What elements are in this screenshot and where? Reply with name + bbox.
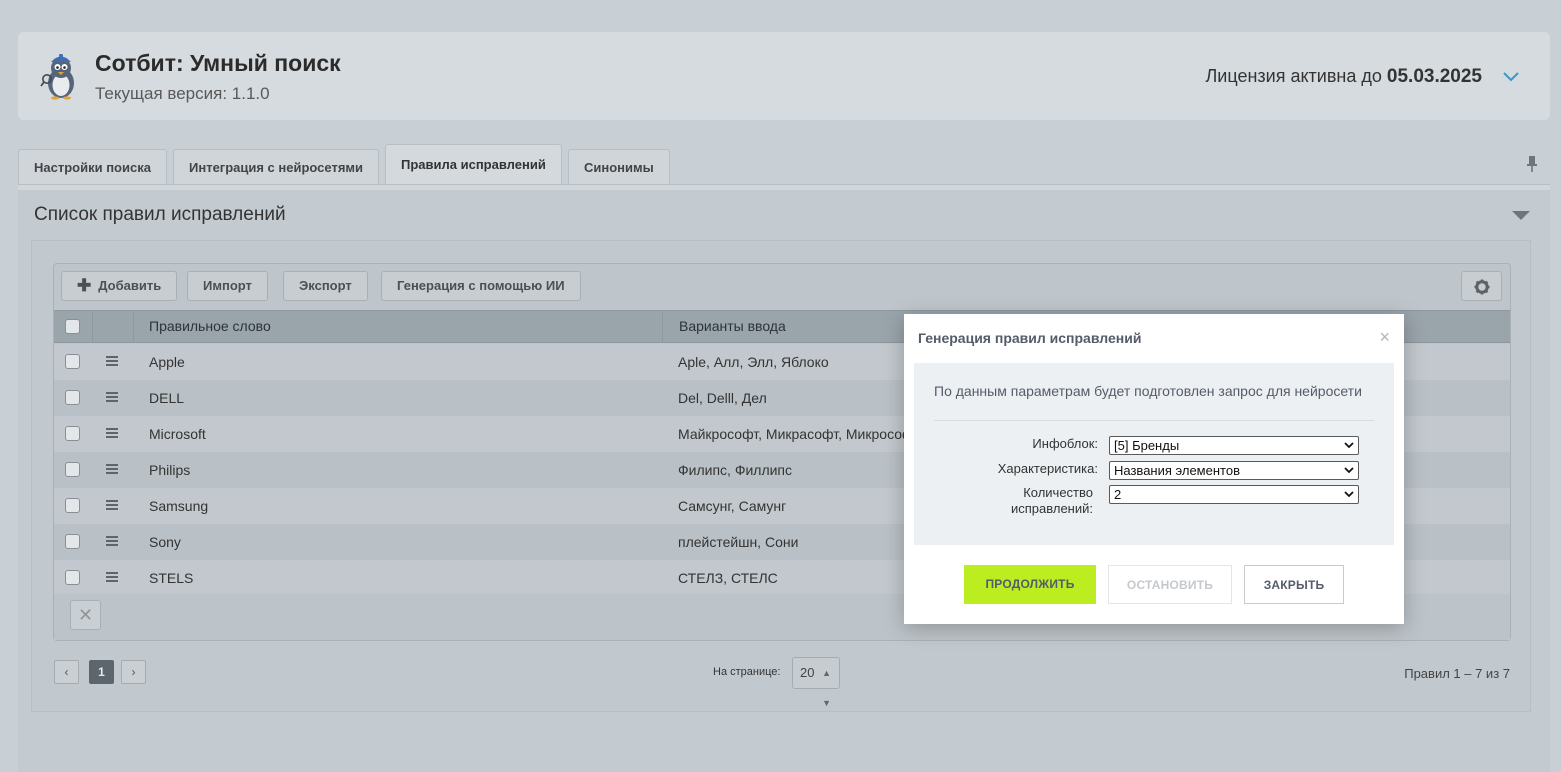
tab-ai-integration[interactable]: Интеграция с нейросетями xyxy=(173,149,380,185)
divider xyxy=(934,420,1374,421)
penguin-logo-icon xyxy=(40,54,74,100)
ai-generate-button[interactable]: Генерация с помощью ИИ xyxy=(381,271,581,301)
module-header: Сотбит: Умный поиск Текущая версия: 1.1.… xyxy=(18,32,1550,120)
stop-button[interactable]: ОСТАНОВИТЬ xyxy=(1108,565,1232,604)
column-divider xyxy=(92,311,93,342)
property-select[interactable]: Названия элементов xyxy=(1109,461,1359,480)
app-version: Текущая версия: 1.1.0 xyxy=(95,84,270,103)
drag-handle-icon[interactable] xyxy=(106,464,118,475)
row-variants: Майкрософт, Микрасофт, Микрософт xyxy=(678,426,920,442)
dialog-description: По данным параметрам будет подготовлен з… xyxy=(934,383,1362,399)
plus-icon: ✚ xyxy=(77,276,92,295)
per-page-label: На странице: xyxy=(713,666,781,678)
drag-handle-icon[interactable] xyxy=(106,536,118,547)
row-checkbox[interactable] xyxy=(65,534,80,549)
row-word: Sony xyxy=(149,534,181,550)
row-word: Samsung xyxy=(149,498,209,514)
dialog-title: Генерация правил исправлений xyxy=(918,330,1142,346)
drag-handle-icon[interactable] xyxy=(106,392,118,403)
row-checkbox[interactable] xyxy=(65,498,80,513)
row-variants: Aple, Алл, Элл, Яблоко xyxy=(678,354,829,370)
iblock-label: Инфоблок: xyxy=(1032,436,1098,451)
grid-settings-button[interactable] xyxy=(1461,271,1502,301)
row-variants: плейстейшн, Сони xyxy=(678,534,799,550)
panel-title: Список правил исправлений xyxy=(34,204,286,225)
grid-toolbar: ✚ Добавить Импорт Экспорт Генерация с пом… xyxy=(54,264,1510,310)
row-checkbox[interactable] xyxy=(65,390,80,405)
stepper-arrows-icon: ▲ ▼ xyxy=(822,668,831,708)
tab-correction-rules[interactable]: Правила исправлений xyxy=(385,144,562,185)
row-word: Microsoft xyxy=(149,426,206,442)
app-title: Сотбит: Умный поиск xyxy=(95,50,341,76)
row-variants: Самсунг, Самунг xyxy=(678,498,787,514)
license-date: 05.03.2025 xyxy=(1386,66,1482,87)
iblock-select[interactable]: [5] Бренды xyxy=(1109,436,1359,455)
row-checkbox[interactable] xyxy=(65,354,80,369)
row-checkbox[interactable] xyxy=(65,570,80,585)
chevron-down-icon[interactable] xyxy=(1500,68,1522,86)
delete-selected-button[interactable]: ✕ xyxy=(70,600,101,630)
row-word: Philips xyxy=(149,462,191,478)
row-variants: Филипс, Филлипс xyxy=(678,462,793,478)
per-page-select[interactable]: 20 ▲ ▼ xyxy=(792,657,840,708)
license-label: Лицензия активна до xyxy=(1205,66,1382,86)
select-all-checkbox[interactable] xyxy=(65,319,80,334)
tab-synonyms[interactable]: Синонимы xyxy=(568,149,670,185)
generate-rules-dialog: Генерация правил исправлений × По данным… xyxy=(904,314,1404,624)
corrections-count-select[interactable]: 2 xyxy=(1109,485,1359,504)
per-page-value: 20 xyxy=(800,665,815,680)
chevron-down-icon xyxy=(1344,467,1354,474)
row-word: Apple xyxy=(149,354,185,370)
next-page-button[interactable]: › xyxy=(121,660,146,684)
drag-handle-icon[interactable] xyxy=(106,572,118,583)
prev-page-button[interactable]: ‹ xyxy=(54,660,79,684)
row-checkbox[interactable] xyxy=(65,462,80,477)
collapse-arrow-icon[interactable] xyxy=(1512,211,1530,220)
gear-icon xyxy=(1474,279,1490,295)
close-icon: ✕ xyxy=(77,605,94,625)
column-header-variants[interactable]: Варианты ввода xyxy=(679,311,786,342)
corrections-count-value: 2 xyxy=(1114,487,1122,502)
close-button[interactable]: ЗАКРЫТЬ xyxy=(1244,565,1344,604)
corrections-count-label: Количество исправлений: xyxy=(1011,485,1093,516)
drag-handle-icon[interactable] xyxy=(106,428,118,439)
property-select-value: Названия элементов xyxy=(1114,463,1240,478)
close-icon[interactable]: × xyxy=(1379,327,1390,347)
dialog-actions: ПРОДОЛЖИТЬ ОСТАНОВИТЬ ЗАКРЫТЬ xyxy=(904,565,1404,605)
license-status: Лицензия активна до 05.03.2025 xyxy=(1205,66,1482,88)
chevron-down-icon xyxy=(1344,491,1354,498)
row-variants: СТЕЛЗ, СТЕЛС xyxy=(678,570,778,586)
column-divider xyxy=(133,311,134,342)
tab-search-settings[interactable]: Настройки поиска xyxy=(18,149,167,185)
chevron-down-icon xyxy=(1344,442,1354,449)
row-word: STELS xyxy=(149,570,194,586)
records-total: Правил 1 – 7 из 7 xyxy=(1404,666,1510,681)
import-button[interactable]: Импорт xyxy=(187,271,268,301)
drag-handle-icon[interactable] xyxy=(106,500,118,511)
page-number-current[interactable]: 1 xyxy=(89,660,114,684)
continue-button[interactable]: ПРОДОЛЖИТЬ xyxy=(964,565,1096,604)
add-button-label: Добавить xyxy=(98,278,162,293)
pin-icon[interactable] xyxy=(1525,155,1539,173)
row-checkbox[interactable] xyxy=(65,426,80,441)
property-label: Характеристика: xyxy=(997,461,1098,476)
dialog-body: По данным параметрам будет подготовлен з… xyxy=(914,363,1394,545)
column-header-word[interactable]: Правильное слово xyxy=(149,311,271,342)
row-variants: Del, Delll, Дел xyxy=(678,390,767,406)
iblock-select-value: [5] Бренды xyxy=(1114,438,1180,453)
add-button[interactable]: ✚ Добавить xyxy=(61,271,178,301)
row-word: DELL xyxy=(149,390,185,406)
drag-handle-icon[interactable] xyxy=(106,356,118,367)
export-button[interactable]: Экспорт xyxy=(283,271,368,301)
column-divider xyxy=(662,311,663,342)
